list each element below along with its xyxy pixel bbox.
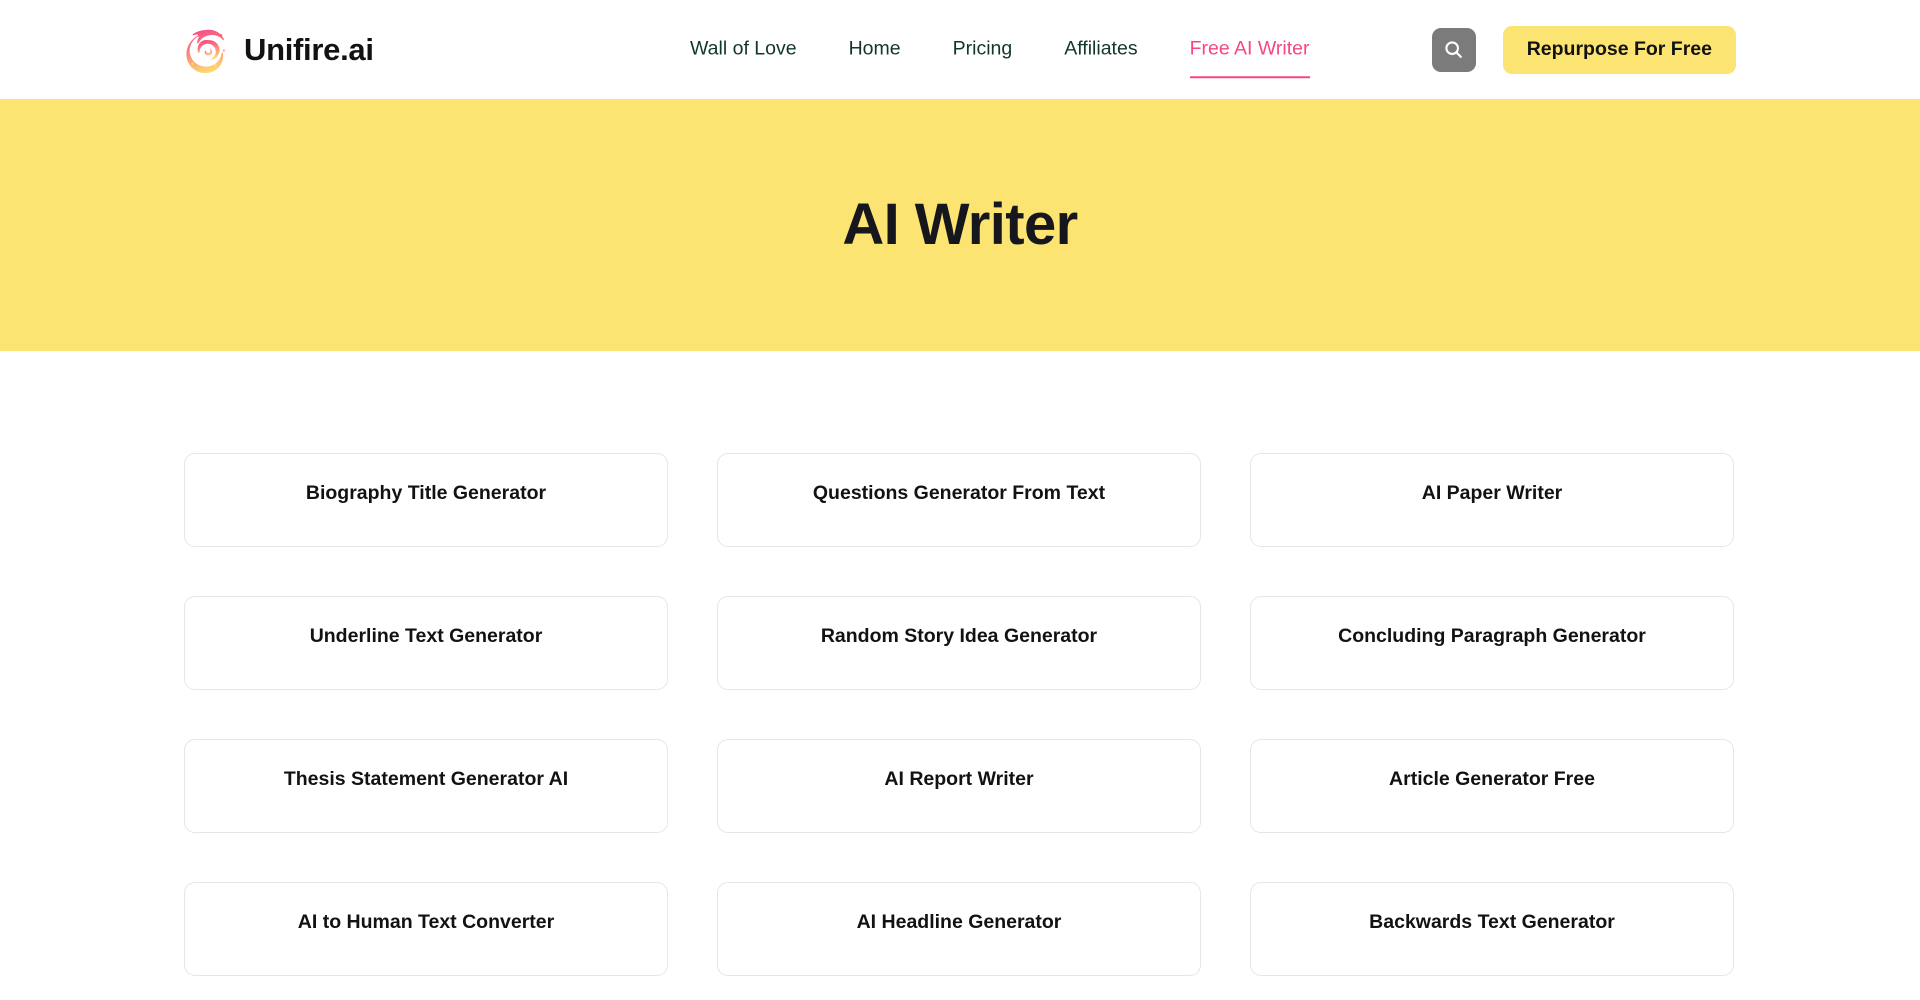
nav-item-home[interactable]: Home: [849, 38, 901, 61]
tool-card[interactable]: AI to Human Text Converter: [184, 882, 668, 976]
tools-grid: Biography Title Generator Questions Gene…: [184, 453, 1736, 976]
page-title: AI Writer: [842, 192, 1078, 257]
tool-card-label: Underline Text Generator: [309, 625, 543, 647]
tool-card[interactable]: AI Report Writer: [717, 739, 1201, 833]
nav-item-affiliates[interactable]: Affiliates: [1064, 38, 1137, 61]
tool-card[interactable]: Questions Generator From Text: [717, 453, 1201, 547]
tool-card-label: Backwards Text Generator: [1369, 911, 1615, 933]
tool-card-label: AI to Human Text Converter: [297, 911, 555, 933]
tool-card[interactable]: Backwards Text Generator: [1250, 882, 1734, 976]
header-actions: Repurpose For Free: [1431, 25, 1736, 74]
tool-card-label: AI Paper Writer: [1421, 482, 1563, 504]
nav-item-wall-of-love[interactable]: Wall of Love: [690, 38, 797, 61]
search-icon: [1445, 41, 1463, 58]
tool-card-label: Thesis Statement Generator AI: [283, 768, 569, 790]
tool-card[interactable]: Concluding Paragraph Generator: [1250, 596, 1734, 690]
tool-card-label: AI Headline Generator: [856, 911, 1062, 933]
tool-card-label: Article Generator Free: [1389, 768, 1595, 790]
tool-card-label: AI Report Writer: [884, 768, 1034, 790]
tool-card-label: Concluding Paragraph Generator: [1338, 625, 1646, 647]
brand-logo-link[interactable]: Unifire.ai: [184, 27, 374, 73]
tools-section: Biography Title Generator Questions Gene…: [0, 351, 1920, 976]
site-header: Unifire.ai Wall of Love Home Pricing Aff…: [0, 0, 1920, 99]
main-navigation: Wall of Love Home Pricing Affiliates Fre…: [690, 38, 1310, 78]
tool-card[interactable]: Biography Title Generator: [184, 453, 668, 547]
tool-card[interactable]: Thesis Statement Generator AI: [184, 739, 668, 833]
repurpose-for-free-button[interactable]: Repurpose For Free: [1502, 25, 1736, 74]
tool-card[interactable]: Random Story Idea Generator: [717, 596, 1201, 690]
tool-card[interactable]: Article Generator Free: [1250, 739, 1734, 833]
flame-swirl-logo-icon: [186, 29, 225, 73]
tool-card[interactable]: AI Paper Writer: [1250, 453, 1734, 547]
nav-item-free-ai-writer[interactable]: Free AI Writer: [1189, 38, 1310, 78]
search-button[interactable]: [1431, 27, 1476, 72]
tool-card[interactable]: Underline Text Generator: [184, 596, 668, 690]
nav-item-pricing[interactable]: Pricing: [953, 38, 1013, 61]
tool-card[interactable]: AI Headline Generator: [717, 882, 1201, 976]
tool-card-label: Questions Generator From Text: [812, 482, 1106, 504]
tool-card-label: Biography Title Generator: [305, 482, 547, 504]
hero-banner: AI Writer: [0, 99, 1920, 351]
brand-name: Unifire.ai: [244, 31, 374, 67]
tool-card-label: Random Story Idea Generator: [820, 625, 1098, 647]
